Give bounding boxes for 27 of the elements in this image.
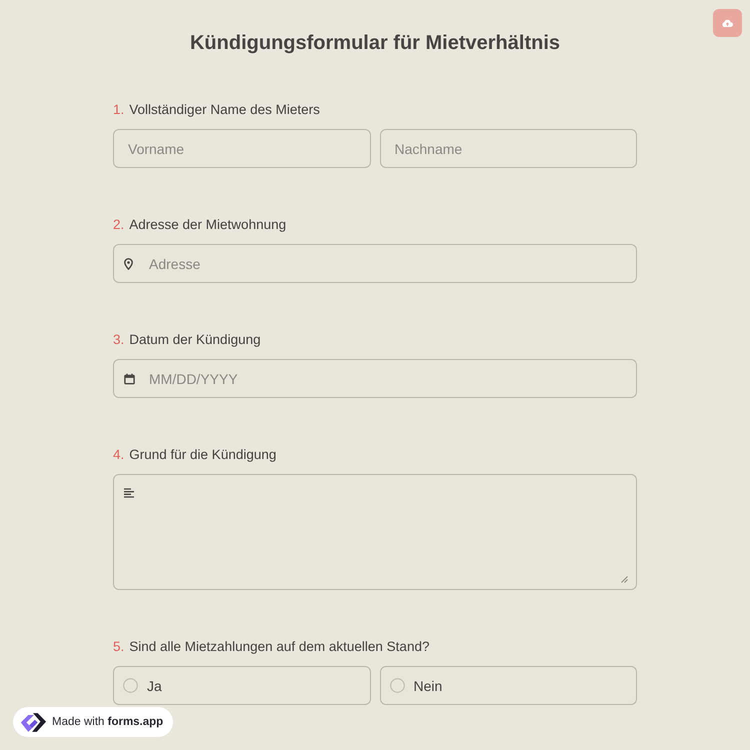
form-title: Kündigungsformular für Mietverhältnis — [190, 31, 560, 56]
question-number: 4. — [113, 446, 124, 464]
made-with-badge[interactable]: Made with forms.app — [13, 707, 174, 737]
resize-handle-icon[interactable] — [621, 576, 628, 583]
question-number: 1. — [113, 101, 124, 119]
text-lines-icon — [124, 488, 135, 498]
radio-option[interactable]: Nein — [380, 666, 637, 705]
radio-option[interactable]: Ja — [113, 666, 370, 705]
text-input[interactable]: Vorname — [113, 129, 370, 168]
question-label: Sind alle Mietzahlungen auf dem aktuellen Stand? — [129, 638, 430, 656]
text-input[interactable]: Nachname — [380, 129, 637, 168]
upload-button[interactable] — [713, 9, 742, 37]
badge-text: Made with forms.app — [52, 716, 164, 728]
calendar-icon — [124, 373, 135, 384]
date-input[interactable]: MM/DD/YYYY — [113, 359, 637, 398]
question-number: 3. — [113, 331, 124, 349]
cloud-upload-icon — [722, 19, 733, 27]
address-input[interactable]: Adresse — [113, 244, 637, 283]
question-label: Vollständiger Name des Mieters — [129, 101, 320, 119]
question-label: Grund für die Kündigung — [129, 446, 276, 464]
text-area[interactable] — [113, 474, 637, 590]
question-label: Adresse der Mietwohnung — [129, 216, 286, 234]
question-number: 5. — [113, 638, 124, 656]
location-pin-icon — [124, 258, 133, 270]
logo-icon — [19, 712, 47, 732]
question-number: 2. — [113, 216, 124, 234]
question-label: Datum der Kündigung — [129, 331, 261, 349]
